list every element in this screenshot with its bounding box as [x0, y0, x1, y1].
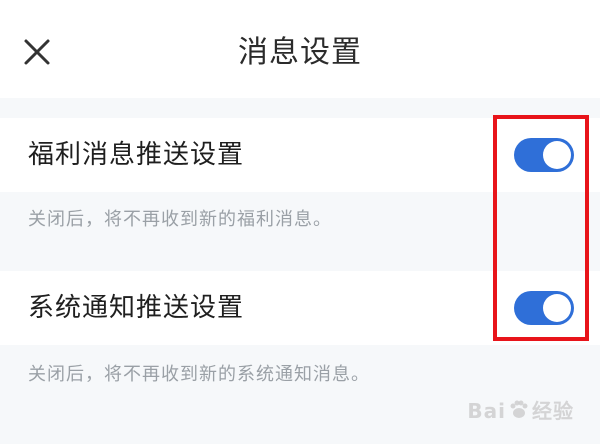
setting-label-welfare: 福利消息推送设置 [28, 140, 245, 170]
watermark-text-left: Bai [467, 399, 506, 423]
page-title: 消息设置 [238, 35, 362, 70]
setting-label-system: 系统通知推送设置 [28, 293, 245, 323]
header-bar: 消息设置 [0, 0, 600, 98]
watermark: Bai 经验 [467, 395, 574, 424]
setting-description-welfare: 关闭后，将不再收到新的福利消息。 [28, 209, 332, 230]
annotation-highlight-box [493, 115, 589, 341]
watermark-text-right: 经验 [532, 399, 574, 423]
setting-description-system: 关闭后，将不再收到新的系统通知消息。 [28, 364, 370, 385]
paw-icon [508, 399, 530, 421]
